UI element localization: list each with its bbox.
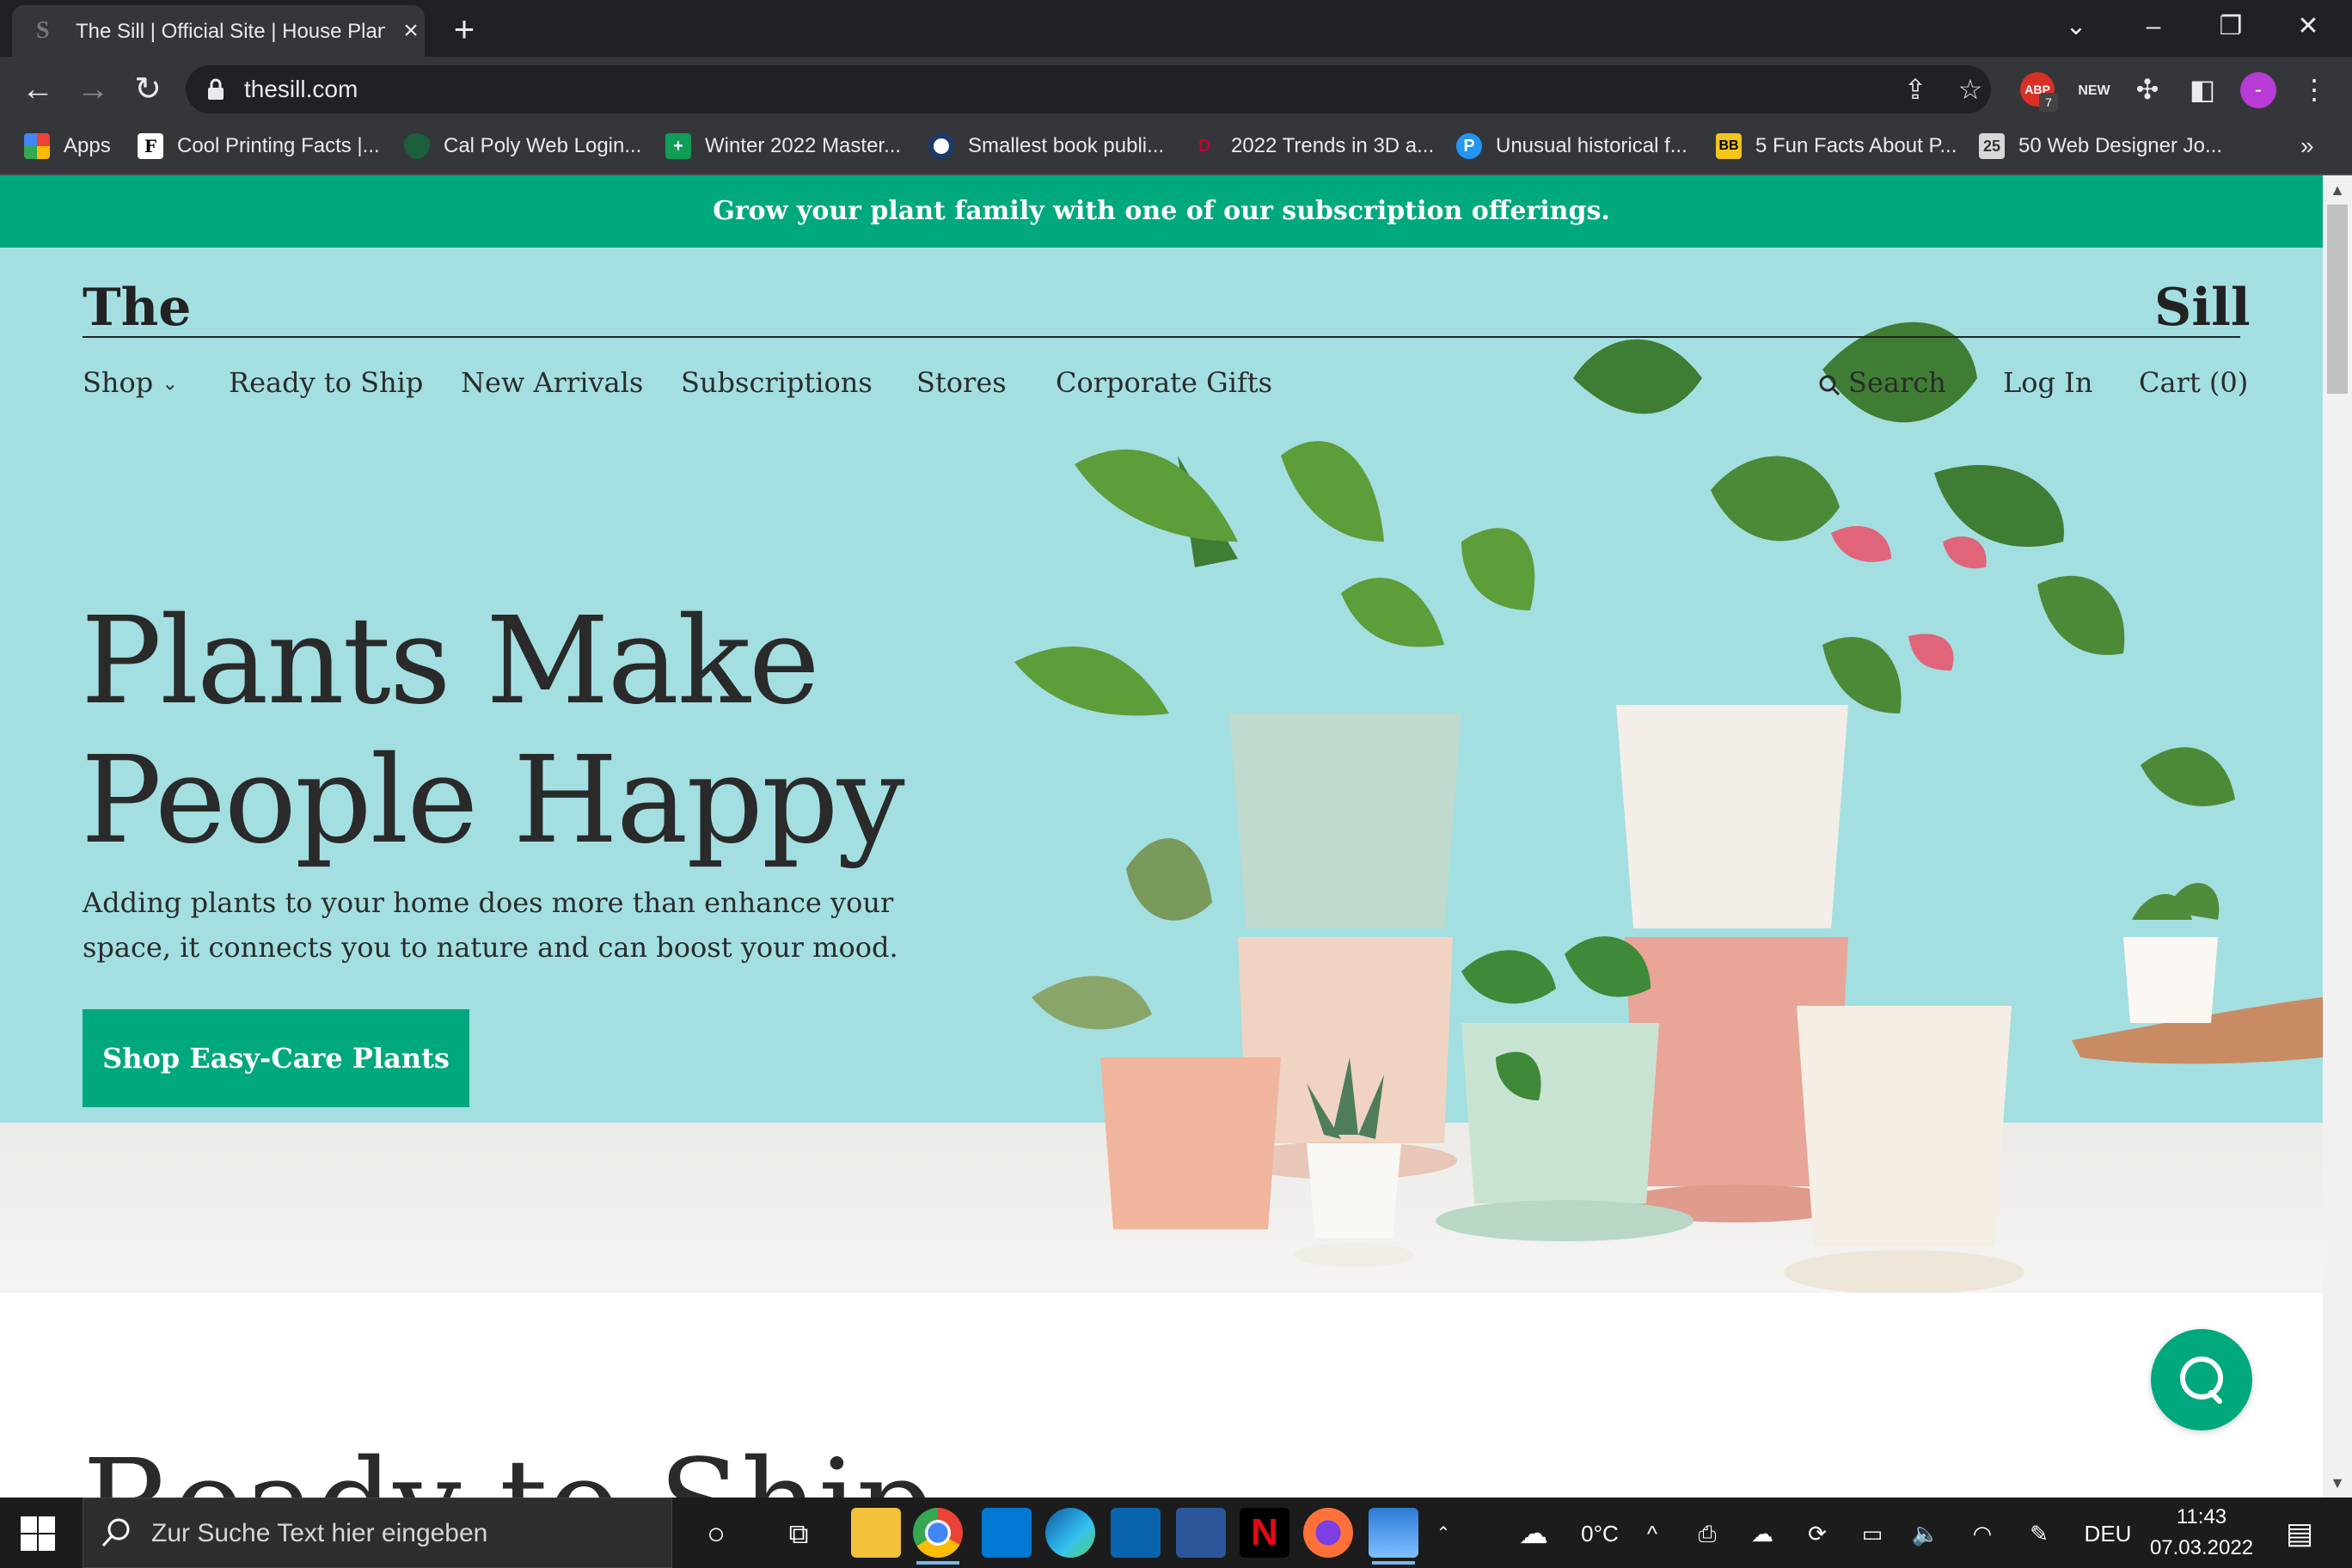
netflix-icon[interactable]: N — [1240, 1508, 1289, 1558]
cortana-icon[interactable]: ○ — [695, 1515, 738, 1553]
nav-cart[interactable]: Cart (0) — [2139, 363, 2248, 402]
bookmark-item[interactable]: Cal Poly Web Login... — [404, 129, 641, 163]
wifi-icon[interactable]: ◠ — [1963, 1515, 2001, 1553]
extension-badge: 7 — [2039, 93, 2058, 112]
letter-d-favicon-icon: D — [1197, 137, 1211, 156]
microsoft-store-icon[interactable] — [982, 1508, 1032, 1558]
bookmark-item[interactable]: P Unusual historical f... — [1456, 129, 1687, 163]
record-favicon-icon — [928, 133, 954, 159]
profile-avatar[interactable]: - — [2240, 72, 2276, 108]
nav-new-arrivals[interactable]: New Arrivals — [461, 363, 643, 402]
bookmark-item[interactable]: + Winter 2022 Master... — [665, 129, 901, 163]
minimize-button[interactable]: – — [2123, 5, 2184, 48]
back-arrow-icon[interactable]: ← — [17, 69, 58, 110]
photos-icon[interactable] — [1369, 1508, 1418, 1565]
reload-icon[interactable]: ↻ — [127, 69, 168, 110]
word-icon[interactable] — [1176, 1508, 1226, 1558]
extensions-puzzle-icon[interactable]: ✣ — [2128, 70, 2166, 108]
logo-divider — [83, 336, 2240, 338]
volume-icon[interactable]: 🔈 — [1907, 1515, 1945, 1553]
weather-cloud-icon[interactable]: ☁ — [1513, 1515, 1554, 1553]
close-tab-icon[interactable]: × — [397, 15, 425, 46]
more-menu-icon[interactable]: ⋮ — [2295, 70, 2333, 108]
edge-icon[interactable] — [1045, 1508, 1095, 1558]
scrollbar-thumb[interactable] — [2327, 205, 2348, 394]
restore-button[interactable]: ❐ — [2201, 5, 2261, 48]
site-favicon-icon: S — [36, 17, 50, 44]
lock-icon — [208, 78, 224, 100]
shield-favicon-icon — [404, 133, 430, 159]
letter-f-favicon-icon: F — [138, 133, 163, 159]
mail-icon[interactable] — [1111, 1508, 1161, 1558]
magnifier-icon — [101, 1518, 130, 1547]
nav-search[interactable]: Search — [1817, 363, 1946, 402]
nav-ready-to-ship[interactable]: Ready to Ship — [229, 363, 423, 402]
close-window-button[interactable]: ✕ — [2278, 5, 2338, 48]
task-view-icon[interactable]: ⧉ — [777, 1515, 820, 1553]
meet-now-icon[interactable]: ⎙ — [1688, 1515, 1726, 1553]
shop-easy-care-plants-button[interactable]: Shop Easy-Care Plants — [83, 1009, 469, 1107]
clock-date[interactable]: 07.03.2022 — [2146, 1534, 2257, 1563]
chevron-down-icon: ⌄ — [162, 373, 178, 395]
chrome-icon[interactable] — [913, 1508, 963, 1565]
number-25-favicon-icon: 25 — [1979, 133, 2005, 159]
forward-arrow-icon[interactable]: → — [72, 69, 113, 110]
firefox-icon[interactable] — [1303, 1508, 1353, 1558]
address-bar[interactable] — [186, 65, 1991, 113]
chat-button[interactable] — [2151, 1329, 2252, 1430]
pen-icon[interactable]: ✎ — [2020, 1515, 2058, 1553]
notifications-icon[interactable]: ▤ — [2278, 1515, 2321, 1553]
bookmark-item[interactable]: BB 5 Fun Facts About P... — [1716, 129, 1957, 163]
hero-plants-image — [1014, 322, 2323, 1293]
taskbar-search-placeholder: Zur Suche Text hier eingeben — [151, 1519, 488, 1547]
letter-p-favicon-icon: P — [1456, 133, 1482, 159]
taskbar-overflow-chevron-icon[interactable]: ⌃ — [1430, 1515, 1456, 1553]
new-extension-icon[interactable]: NEW — [2075, 81, 2113, 101]
scroll-down-icon[interactable]: ▼ — [2323, 1468, 2352, 1498]
battery-icon[interactable]: ▭ — [1853, 1515, 1891, 1553]
hero-headline-line2: People Happy — [81, 731, 905, 871]
logo-the[interactable]: The — [83, 273, 191, 342]
nav-stores[interactable]: Stores — [916, 363, 1007, 402]
hero-subcopy: Adding plants to your home does more tha… — [83, 886, 898, 964]
nav-corporate-gifts[interactable]: Corporate Gifts — [1056, 363, 1272, 402]
new-tab-button[interactable]: + — [447, 9, 481, 50]
file-explorer-icon[interactable] — [851, 1508, 901, 1558]
clock-time[interactable]: 11:43 — [2146, 1503, 2257, 1532]
windows-start-icon[interactable] — [19, 1515, 57, 1553]
bookmarks-overflow-button[interactable]: » — [2300, 129, 2314, 163]
tab-title: The Sill | Official Site | House Plants — [76, 20, 385, 43]
bookmark-star-icon[interactable]: ☆ — [1951, 70, 1989, 108]
apps-grid-icon — [24, 133, 50, 159]
search-icon — [1819, 375, 1841, 395]
share-icon[interactable]: ⇪ — [1896, 70, 1934, 108]
bookmark-item[interactable]: Apps — [24, 129, 111, 163]
side-panel-icon[interactable]: ◧ — [2184, 70, 2221, 108]
input-language[interactable]: DEU — [2077, 1515, 2139, 1553]
promo-banner[interactable]: Grow your plant family with one of our s… — [0, 175, 2323, 248]
onedrive-icon[interactable]: ☁ — [1743, 1515, 1781, 1553]
scroll-up-icon[interactable]: ▲ — [2323, 175, 2352, 205]
nav-login[interactable]: Log In — [2003, 363, 2092, 402]
bookmark-item[interactable]: Smallest book publi... — [928, 129, 1164, 163]
hero-headline-line1: Plants Make — [81, 591, 820, 732]
bookmark-item[interactable]: F Cool Printing Facts |... — [138, 129, 380, 163]
device-sync-icon[interactable]: ⟳ — [1798, 1515, 1836, 1553]
weather-temperature[interactable]: 0°C — [1561, 1515, 1638, 1553]
bookmark-item[interactable]: 25 50 Web Designer Jo... — [1979, 129, 2222, 163]
nav-subscriptions[interactable]: Subscriptions — [681, 363, 873, 402]
tab-search-chevron-icon[interactable]: ⌄ — [2046, 5, 2106, 48]
tray-expand-chevron-icon[interactable]: ^ — [1633, 1515, 1671, 1553]
url-text: thesill.com — [244, 76, 358, 102]
google-sheets-favicon-icon: + — [665, 133, 691, 159]
browser-tab[interactable]: S The Sill | Official Site | House Plant… — [12, 5, 425, 57]
bookmark-item[interactable]: D 2022 Trends in 3D a... — [1191, 129, 1434, 163]
logo-sill[interactable]: Sill — [2154, 273, 2251, 342]
bb-favicon-icon: BB — [1716, 133, 1742, 159]
nav-shop[interactable]: Shop ⌄ — [83, 363, 178, 402]
chat-bubble-icon — [2180, 1357, 2223, 1404]
